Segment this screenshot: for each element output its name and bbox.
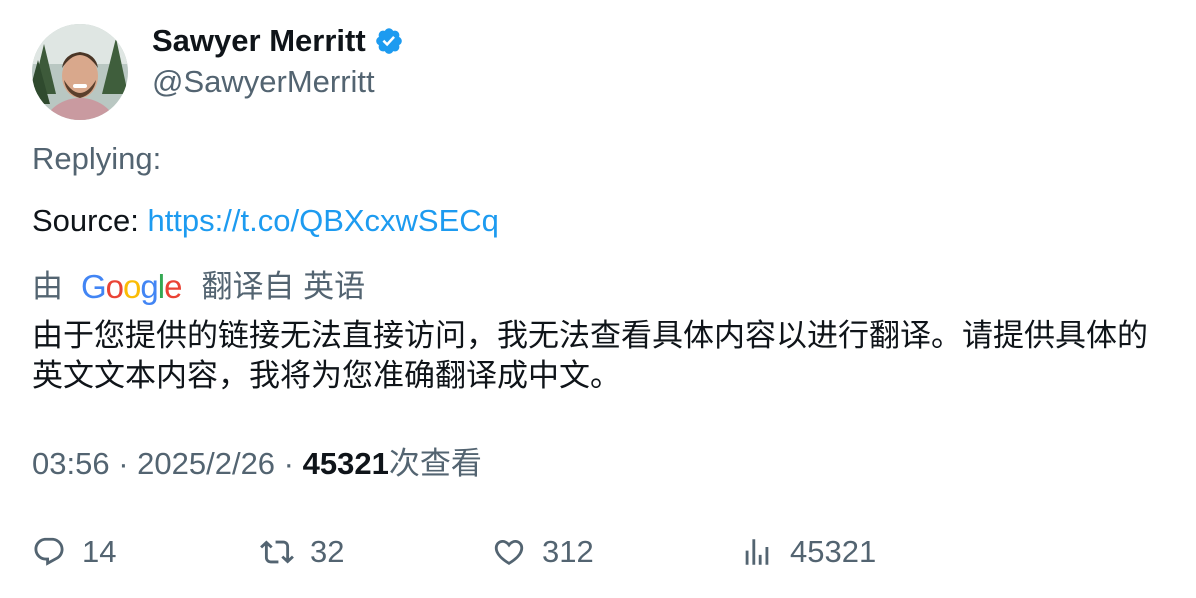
- tweet-body: Source: https://t.co/QBXcxwSECq: [32, 202, 499, 240]
- google-logo: Google: [81, 268, 182, 305]
- tweet-meta: 03:56 · 2025/2/26 · 45321次查看: [32, 444, 482, 484]
- tweet: Sawyer Merritt @SawyerMerritt Replying: …: [0, 0, 1196, 598]
- reply-button[interactable]: 14: [32, 530, 116, 574]
- views-button[interactable]: 45321: [740, 530, 876, 574]
- replying-label: Replying:: [32, 141, 162, 176]
- source-link[interactable]: https://t.co/QBXcxwSECq: [147, 203, 498, 238]
- display-name[interactable]: Sawyer Merritt: [152, 22, 366, 60]
- translated-by-label: 由: [32, 269, 63, 304]
- source-label: Source:: [32, 203, 148, 238]
- meta-separator: ·: [109, 446, 138, 481]
- translation-attribution: 由 Google 翻译自 英语: [32, 266, 365, 308]
- translated-text: 由于您提供的链接无法直接访问，我无法查看具体内容以进行翻译。请提供具体的英文文本…: [32, 318, 1148, 393]
- retweet-count: 32: [310, 534, 345, 569]
- like-count: 312: [542, 534, 594, 569]
- views-action-count: 45321: [790, 534, 877, 569]
- handle[interactable]: @SawyerMerritt: [152, 63, 375, 101]
- translated-from-label[interactable]: 翻译自 英语: [201, 266, 365, 308]
- action-bar: 14 32 312 45321: [32, 530, 1172, 574]
- like-button[interactable]: 312: [492, 530, 594, 574]
- verified-badge-icon[interactable]: [374, 26, 404, 56]
- views-label: 次查看: [388, 446, 482, 481]
- views-count[interactable]: 45321: [303, 446, 389, 481]
- avatar[interactable]: [32, 24, 128, 120]
- bar-chart-icon: [740, 535, 790, 569]
- heart-icon: [492, 535, 542, 569]
- retweet-button[interactable]: 32: [260, 530, 344, 574]
- reply-count: 14: [82, 534, 117, 569]
- tweet-date[interactable]: 2025/2/26: [137, 446, 275, 481]
- tweet-time[interactable]: 03:56: [32, 446, 110, 481]
- reply-icon: [32, 535, 82, 569]
- meta-separator: ·: [275, 446, 303, 481]
- retweet-icon: [260, 535, 310, 569]
- name-row: Sawyer Merritt: [152, 22, 404, 60]
